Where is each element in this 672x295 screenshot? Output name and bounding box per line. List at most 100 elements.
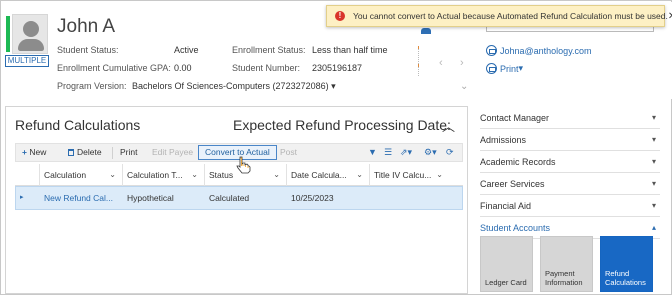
program-version-label: Program Version: [57, 81, 127, 91]
chevron-down-icon[interactable]: ⌄ [356, 164, 363, 186]
tile-ledger-card[interactable]: Ledger Card [480, 236, 533, 292]
panel-subtitle: Expected Refund Processing Date: [233, 117, 451, 133]
header-divider [418, 46, 419, 76]
export-icon[interactable]: ⇗▾ [400, 147, 412, 158]
nav-item-career-services[interactable]: Career Services ▾ [480, 173, 660, 195]
student-status-value: Active [174, 45, 199, 55]
chevron-up-icon[interactable]: ︿ [442, 116, 455, 135]
student-name: John A [57, 16, 116, 37]
new-button[interactable]: + New [22, 147, 46, 157]
chevron-down-icon: ▾ [651, 201, 656, 210]
error-toast: ! You cannot convert to Actual because A… [326, 5, 672, 27]
chevron-left-icon[interactable]: ‹ [439, 57, 443, 69]
chevron-right-icon[interactable]: › [460, 57, 464, 69]
column-label: Title IV Calcu... [374, 170, 432, 180]
avatar-body [18, 39, 44, 51]
email-link[interactable]: Johna@anthology.com [486, 45, 592, 56]
hand-cursor-icon [236, 156, 251, 174]
printer-icon [486, 63, 497, 74]
print-label: Print [500, 63, 519, 74]
refresh-icon[interactable]: ⟳ [446, 147, 454, 158]
column-label: Date Calcula... [291, 170, 347, 180]
plus-icon: + [22, 147, 27, 157]
close-icon[interactable]: ✕ [668, 11, 672, 22]
toast-message: You cannot convert to Actual because Aut… [353, 11, 668, 21]
enrollment-status-label: Enrollment Status: [232, 45, 306, 55]
nav-label: Student Accounts [480, 223, 551, 233]
student-number-label: Student Number: [232, 63, 301, 73]
filter-icon[interactable]: ▼ [368, 147, 377, 157]
nav-label: Academic Records [480, 157, 556, 167]
divider-accent [418, 46, 419, 49]
nav-item-academic-records[interactable]: Academic Records ▾ [480, 151, 660, 173]
columns-icon[interactable]: ☰ [384, 147, 392, 158]
caret-down-icon: ▾ [328, 81, 336, 91]
multiple-badge[interactable]: MULTIPLE [5, 55, 49, 67]
program-version-select[interactable]: Bachelors Of Sciences-Computers (2723272… [132, 81, 336, 92]
chevron-down-icon: ▾ [651, 157, 656, 166]
gpa-value: 0.00 [174, 63, 192, 73]
chevron-down-icon[interactable]: ⌄ [273, 164, 280, 186]
edit-payee-button[interactable]: Edit Payee [152, 147, 193, 157]
cell-status: Calculated [209, 193, 250, 203]
enrollment-status-value: Less than half time [312, 45, 388, 55]
column-header-date-calculated[interactable]: Date Calcula... ⌄ [286, 164, 369, 186]
column-label: Calculation [44, 170, 87, 180]
chevron-down-icon[interactable]: ⌄ [460, 81, 468, 92]
column-header-calculation[interactable]: Calculation ⌄ [39, 164, 122, 186]
chevron-down-icon[interactable]: ⌄ [436, 164, 443, 186]
nav-label: Career Services [480, 179, 545, 189]
gear-icon[interactable]: ⚙▾ [424, 147, 437, 158]
nav-item-financial-aid[interactable]: Financial Aid ▾ [480, 195, 660, 217]
cell-title-iv [370, 187, 450, 209]
module-nav: Contact Manager ▾ Admissions ▾ Academic Re… [480, 107, 660, 239]
cell-date-calculated: 10/25/2023 [291, 193, 334, 203]
table-row[interactable]: ▸ New Refund Cal... Hypothetical Calcula… [15, 186, 463, 210]
student-status-label: Student Status: [57, 45, 119, 55]
chevron-down-icon: ▾ [651, 179, 656, 188]
caret-down-icon: ▾ [518, 63, 524, 73]
new-label: New [29, 147, 47, 157]
delete-label: Delete [77, 147, 102, 157]
cell-calculation[interactable]: New Refund Cal... [40, 187, 123, 209]
student-accounts-tiles: Ledger Card Payment Information Refund C… [480, 236, 660, 294]
toolbar-separator [112, 147, 113, 159]
avatar [12, 14, 48, 54]
notification-icon[interactable] [421, 28, 431, 34]
post-button[interactable]: Post [280, 147, 297, 157]
print-button[interactable]: Print [120, 147, 137, 157]
avatar-head [23, 21, 39, 37]
nav-label: Financial Aid [480, 201, 532, 211]
column-header-title-iv[interactable]: Title IV Calcu... ⌄ [369, 164, 449, 186]
nav-item-admissions[interactable]: Admissions ▾ [480, 129, 660, 151]
program-version-value: Bachelors Of Sciences-Computers (2723272… [132, 81, 329, 91]
trash-icon [68, 149, 74, 156]
chevron-down-icon: ▾ [651, 113, 656, 122]
refund-calculations-panel: Refund Calculations Expected Refund Proc… [5, 106, 468, 294]
chevron-down-icon[interactable]: ⌄ [109, 164, 116, 186]
print-menu[interactable]: Print ▾ [486, 63, 523, 74]
nav-label: Admissions [480, 135, 527, 145]
student-number-value: 2305196187 [312, 63, 363, 73]
gpa-label: Enrollment Cumulative GPA: [57, 63, 171, 73]
envelope-icon [486, 45, 497, 56]
nav-label: Contact Manager [480, 113, 550, 123]
column-header-calculation-type[interactable]: Calculation T... ⌄ [122, 164, 204, 186]
panel-title: Refund Calculations [15, 117, 141, 133]
chevron-down-icon: ▾ [651, 135, 656, 144]
status-indicator-bar [6, 16, 10, 52]
nav-item-contact-manager[interactable]: Contact Manager ▾ [480, 107, 660, 129]
error-icon: ! [335, 11, 345, 21]
delete-button[interactable]: Delete [68, 147, 102, 157]
app-window: MULTIPLE John A Student Status: Active E… [0, 0, 672, 295]
email-text: Johna@anthology.com [500, 45, 592, 56]
chevron-down-icon[interactable]: ⌄ [191, 164, 198, 186]
column-label: Calculation T... [127, 170, 183, 180]
tile-refund-calculations[interactable]: Refund Calculations [600, 236, 653, 292]
column-label: Status [209, 170, 234, 180]
expander-column-header [15, 164, 39, 186]
expand-row-icon[interactable]: ▸ [20, 187, 24, 209]
tile-payment-information[interactable]: Payment Information [540, 236, 593, 292]
cell-calculation-type: Hypothetical [127, 193, 174, 203]
divider-accent [418, 64, 419, 67]
